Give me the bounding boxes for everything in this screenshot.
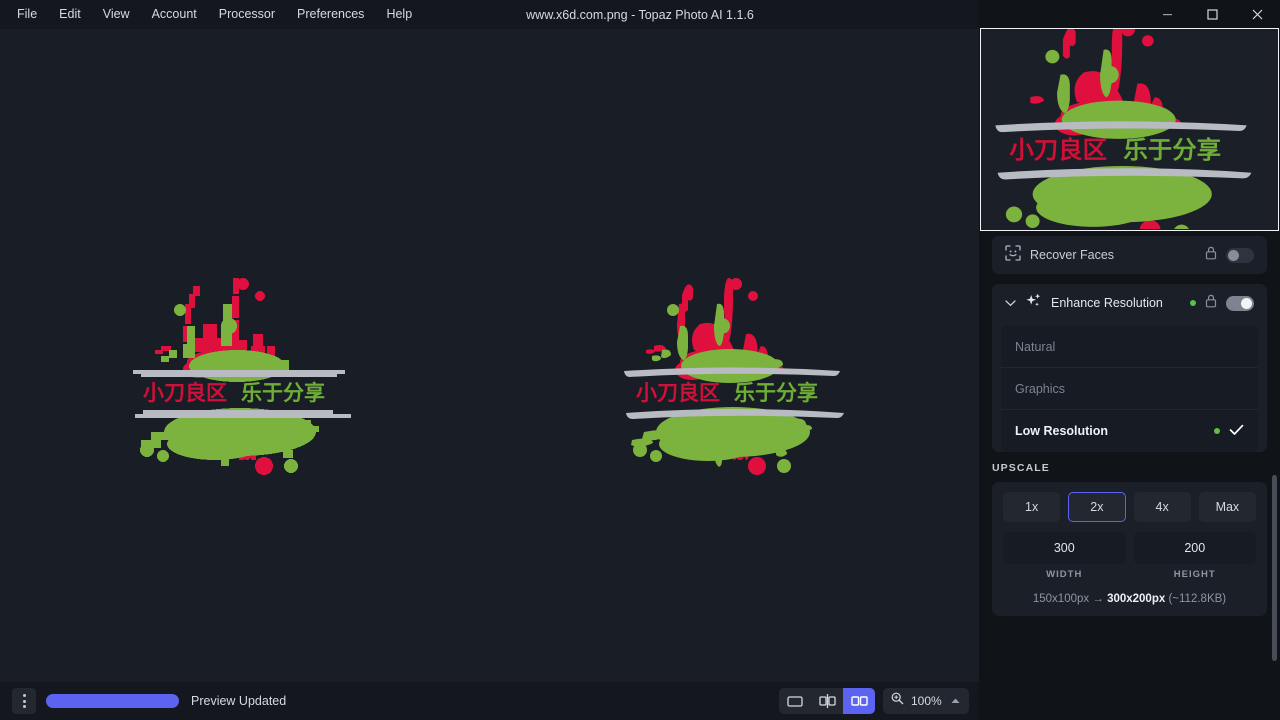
preview-thumbnail[interactable]: 小刀良区 乐于分享 bbox=[980, 28, 1279, 231]
model-label: Natural bbox=[1015, 340, 1244, 354]
upscale-4x-button[interactable]: 4x bbox=[1134, 492, 1191, 522]
menu-item-help[interactable]: Help bbox=[375, 3, 423, 26]
recover-faces-card[interactable]: Recover Faces bbox=[992, 236, 1267, 274]
split-view-button[interactable] bbox=[811, 688, 843, 714]
upscale-max-button[interactable]: Max bbox=[1199, 492, 1256, 522]
menu-item-account[interactable]: Account bbox=[141, 3, 208, 26]
enhance-resolution-card[interactable]: Enhance Resolution Natural Graphics bbox=[992, 284, 1267, 452]
upscale-1x-button[interactable]: 1x bbox=[1003, 492, 1060, 522]
recover-faces-toggle[interactable] bbox=[1226, 248, 1254, 263]
zoom-control[interactable]: 100% bbox=[883, 688, 969, 714]
upscale-card: 1x 2x 4x Max 300 200 WIDTH HEIGHT 150x10… bbox=[992, 482, 1267, 616]
window-controls bbox=[1145, 0, 1280, 29]
panel-scrollbar-thumb[interactable] bbox=[1272, 475, 1277, 661]
menu-bar: File Edit View Account Processor Prefere… bbox=[0, 0, 423, 29]
enhance-resolution-toggle[interactable] bbox=[1226, 296, 1254, 311]
settings-scroll-area[interactable]: Recover Faces bbox=[979, 236, 1280, 666]
close-button[interactable] bbox=[1235, 0, 1280, 29]
view-mode-group bbox=[779, 688, 875, 714]
model-option-natural[interactable]: Natural bbox=[1001, 326, 1258, 368]
zoom-level: 100% bbox=[911, 694, 943, 708]
model-label: Graphics bbox=[1015, 382, 1244, 396]
menu-item-processor[interactable]: Processor bbox=[208, 3, 286, 26]
resolution-summary: 150x100px → 300x200px (~112.8KB) bbox=[1003, 593, 1256, 607]
status-dot bbox=[1214, 428, 1220, 434]
upscale-section-title: UPSCALE bbox=[992, 462, 1280, 474]
lock-icon[interactable] bbox=[1205, 246, 1217, 265]
original-image[interactable]: 小刀良区 乐于分享 bbox=[125, 274, 365, 489]
recover-faces-label: Recover Faces bbox=[1030, 248, 1196, 262]
menu-item-file[interactable]: File bbox=[6, 3, 48, 26]
height-label: HEIGHT bbox=[1134, 569, 1257, 580]
status-dot bbox=[1190, 300, 1196, 306]
menu-item-view[interactable]: View bbox=[92, 3, 141, 26]
view-controls: 100% bbox=[779, 688, 969, 714]
model-option-low-resolution[interactable]: Low Resolution bbox=[1001, 410, 1258, 452]
dimension-inputs: 300 200 bbox=[1003, 532, 1256, 564]
maximize-button[interactable] bbox=[1190, 0, 1235, 29]
enhance-resolution-row[interactable]: Enhance Resolution bbox=[992, 284, 1267, 322]
check-icon bbox=[1229, 423, 1244, 439]
zoom-icon[interactable] bbox=[891, 692, 904, 710]
svg-text:乐于分享: 乐于分享 bbox=[1123, 136, 1221, 164]
upscale-factor-group: 1x 2x 4x Max bbox=[1003, 492, 1256, 522]
svg-text:乐于分享: 乐于分享 bbox=[734, 381, 818, 405]
face-scan-icon bbox=[1005, 245, 1021, 266]
enhance-resolution-label: Enhance Resolution bbox=[1051, 296, 1181, 310]
upscale-2x-button[interactable]: 2x bbox=[1068, 492, 1125, 522]
menu-item-preferences[interactable]: Preferences bbox=[286, 3, 375, 26]
source-resolution: 150x100px bbox=[1033, 593, 1089, 605]
status-bar: Preview Updated bbox=[0, 682, 979, 720]
side-by-side-view-button[interactable] bbox=[843, 688, 875, 714]
model-list: Natural Graphics Low Resolution bbox=[1001, 326, 1258, 452]
svg-text:小刀良区: 小刀良区 bbox=[636, 381, 720, 405]
width-label: WIDTH bbox=[1003, 569, 1126, 580]
progress-bar bbox=[46, 694, 179, 708]
recover-faces-row[interactable]: Recover Faces bbox=[992, 236, 1267, 274]
svg-text:乐于分享: 乐于分享 bbox=[241, 381, 325, 405]
height-input[interactable]: 200 bbox=[1134, 532, 1257, 564]
image-canvas[interactable]: 小刀良区 乐于分享 bbox=[0, 29, 979, 682]
svg-text:小刀良区: 小刀良区 bbox=[1009, 136, 1107, 164]
status-text: Preview Updated bbox=[191, 694, 286, 708]
model-label: Low Resolution bbox=[1015, 424, 1214, 438]
lock-icon[interactable] bbox=[1205, 294, 1217, 313]
minimize-button[interactable] bbox=[1145, 0, 1190, 29]
right-panel: 小刀良区 乐于分享 Recover Faces bbox=[979, 0, 1280, 720]
model-option-graphics[interactable]: Graphics bbox=[1001, 368, 1258, 410]
width-input[interactable]: 300 bbox=[1003, 532, 1126, 564]
sparkles-icon bbox=[1025, 292, 1042, 314]
chevron-up-icon[interactable] bbox=[950, 692, 961, 710]
single-view-button[interactable] bbox=[779, 688, 811, 714]
enhanced-image[interactable]: 小刀良区 乐于分享 bbox=[618, 274, 858, 489]
target-resolution: 300x200px bbox=[1107, 593, 1165, 605]
menu-item-edit[interactable]: Edit bbox=[48, 3, 92, 26]
kebab-menu-icon[interactable] bbox=[12, 688, 36, 714]
file-size: (~112.8KB) bbox=[1168, 593, 1226, 605]
chevron-down-icon[interactable] bbox=[1005, 294, 1016, 312]
dimension-labels: WIDTH HEIGHT bbox=[1003, 569, 1256, 580]
svg-text:小刀良区: 小刀良区 bbox=[143, 381, 227, 405]
arrow-icon: → bbox=[1092, 593, 1104, 605]
